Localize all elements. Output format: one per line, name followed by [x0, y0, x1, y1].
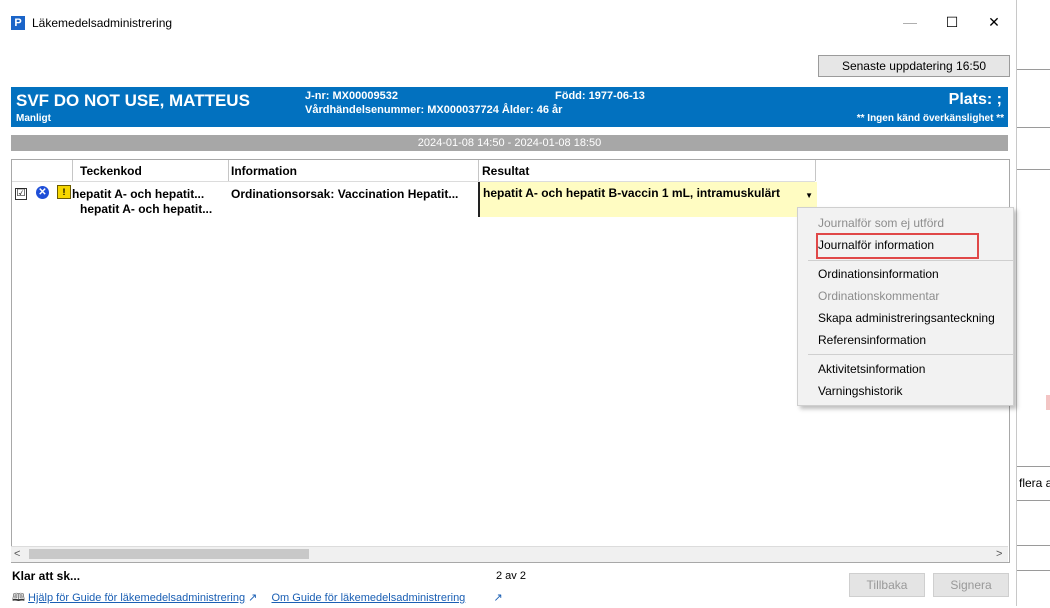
external-link-icon[interactable]: ↗	[493, 592, 502, 604]
menu-item-ordinationsinformation[interactable]: Ordinationsinformation	[818, 267, 939, 281]
scrollbar-thumb[interactable]	[29, 549, 309, 559]
dropdown-caret-icon[interactable]: ▼	[805, 191, 813, 200]
help-guide-link[interactable]: Hjälp för Guide för läkemedelsadministre…	[28, 592, 245, 604]
background-divider	[1017, 500, 1050, 501]
patient-name: SVF DO NOT USE, MATTEUS	[16, 91, 250, 110]
sign-button[interactable]: Signera	[933, 573, 1009, 597]
column-divider	[478, 160, 479, 181]
menu-item-journalfor-ej-utford[interactable]: Journalför som ej utförd	[818, 216, 944, 230]
allergy-info: ** Ingen känd överkänslighet **	[856, 113, 1004, 124]
background-red-marker	[1046, 395, 1050, 410]
close-button[interactable]: ✕	[984, 14, 1004, 31]
row-checkbox[interactable]: ☑	[15, 188, 27, 200]
x-circle-icon[interactable]: ✕	[36, 186, 49, 199]
background-partial-text: flera ar	[1019, 476, 1050, 490]
background-divider	[1017, 127, 1050, 128]
maximize-button[interactable]: ☐	[942, 14, 962, 31]
minimize-button[interactable]: —	[900, 14, 920, 30]
about-guide-link[interactable]: Om Guide för läkemedelsadministrering	[272, 592, 466, 604]
app-logo-icon: P	[11, 16, 25, 30]
menu-separator	[808, 354, 1013, 355]
result-cell[interactable]: hepatit A- och hepatit B-vaccin 1 mL, in…	[478, 182, 817, 217]
menu-item-varningshistorik[interactable]: Varningshistorik	[818, 384, 902, 398]
latest-update-button[interactable]: Senaste uppdatering 16:50	[818, 55, 1010, 77]
column-header-teckenkod[interactable]: Teckenkod	[80, 164, 142, 178]
context-menu: Journalför som ej utförd Journalför info…	[797, 207, 1014, 406]
external-link-icon[interactable]: ↗	[248, 592, 257, 604]
background-divider	[1017, 570, 1050, 571]
footer-links: 🕮 Hjälp för Guide för läkemedelsadminist…	[12, 589, 503, 608]
scroll-left-icon[interactable]: <	[14, 548, 20, 560]
birth-date: Född: 1977-06-13	[555, 90, 645, 102]
teckenkod-cell-line2: hepatit A- och hepatit...	[80, 202, 213, 216]
column-header-resultat[interactable]: Resultat	[482, 164, 529, 178]
background-divider	[1017, 169, 1050, 170]
result-value: hepatit A- och hepatit B-vaccin 1 mL, in…	[483, 186, 780, 200]
title-bar: P Läkemedelsadministrering — ☐ ✕	[0, 0, 1016, 44]
patient-header: SVF DO NOT USE, MATTEUS Manligt J-nr: MX…	[11, 87, 1008, 127]
warning-flag-icon: !	[57, 185, 71, 199]
background-divider	[1017, 466, 1050, 467]
patient-gender: Manligt	[16, 113, 51, 124]
care-event-number: Vårdhändelsenummer: MX000037724 Ålder: 4…	[305, 104, 563, 116]
column-divider	[228, 160, 229, 181]
menu-item-ordinationskommentar[interactable]: Ordinationskommentar	[818, 289, 939, 303]
menu-item-aktivitetsinformation[interactable]: Aktivitetsinformation	[818, 362, 925, 376]
menu-item-referensinformation[interactable]: Referensinformation	[818, 333, 926, 347]
menu-item-journalfor-information[interactable]: Journalför information	[818, 238, 934, 252]
information-cell: Ordinationsorsak: Vaccination Hepatit...	[231, 187, 459, 201]
menu-item-skapa-anteckning[interactable]: Skapa administreringsanteckning	[818, 311, 995, 325]
date-range-bar: 2024-01-08 14:50 - 2024-01-08 18:50	[11, 135, 1008, 151]
window-title: Läkemedelsadministrering	[32, 16, 173, 30]
location: Plats: ;	[948, 91, 1002, 108]
column-divider	[72, 160, 73, 181]
column-header-information[interactable]: Information	[231, 164, 297, 178]
journal-number: J-nr: MX00009532	[305, 90, 398, 102]
background-divider	[1017, 69, 1050, 70]
status-text: Klar att sk...	[12, 569, 81, 583]
horizontal-scrollbar[interactable]: < >	[11, 546, 1008, 562]
scroll-right-icon[interactable]: >	[996, 548, 1002, 560]
menu-separator	[808, 260, 1013, 261]
column-divider	[815, 160, 816, 181]
book-icon: 🕮	[12, 592, 25, 604]
background-divider	[1017, 545, 1050, 546]
background-window	[1016, 0, 1050, 606]
page-indicator: 2 av 2	[496, 570, 526, 582]
teckenkod-cell: hepatit A- och hepatit...	[72, 187, 205, 201]
back-button[interactable]: Tillbaka	[849, 573, 925, 597]
